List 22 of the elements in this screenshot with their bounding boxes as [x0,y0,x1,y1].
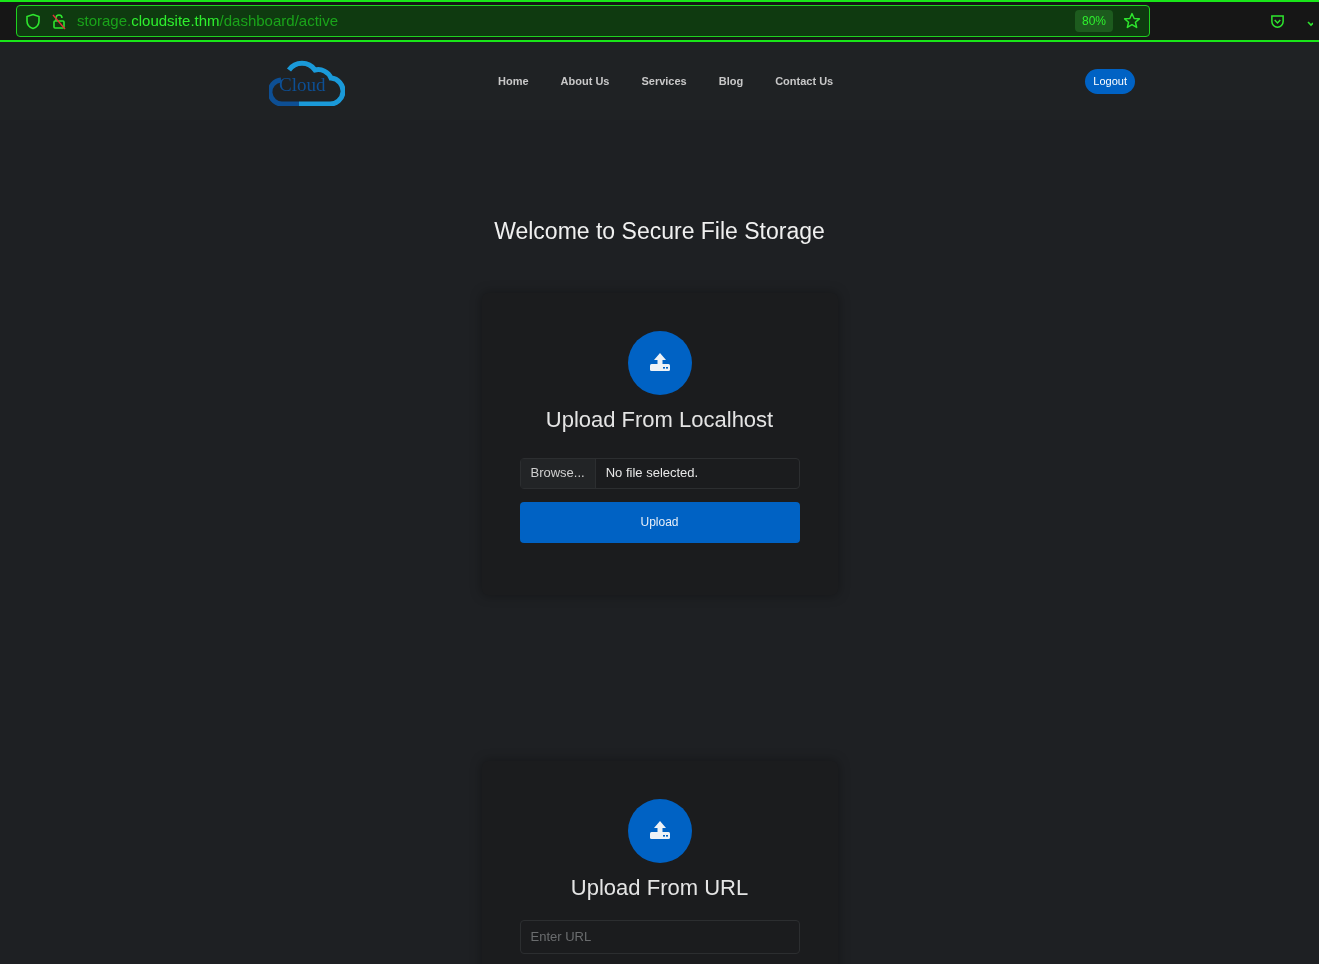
url-input-field[interactable]: Enter URL [519,919,800,954]
upload-icon [648,819,671,842]
address-bar[interactable]: storage.cloudsite.thm/dashboard/active 80% [16,5,1150,37]
shield-icon [25,12,41,30]
page-heading: Welcome to Secure File Storage [494,217,825,246]
zoom-level[interactable]: 80% [1074,10,1113,32]
browse-button[interactable]: Browse... [520,458,596,488]
nav-link[interactable]: Contact Us [775,72,834,90]
file-status: No file selected. [604,464,700,483]
nav-link[interactable]: Home [498,72,529,90]
file-input[interactable]: Browse... No file selected. [519,457,800,489]
nav-link[interactable]: Blog [718,72,744,90]
nav-link[interactable]: About Us [560,72,610,90]
star-icon[interactable] [1123,12,1141,30]
lock-slash-icon [51,12,67,30]
logout-button[interactable]: Logout [1085,68,1135,94]
upload-icon [648,351,671,374]
upload-button[interactable]: Upload [519,501,800,543]
card-title: Upload From URL [570,873,749,902]
card-title: Upload From Localhost [545,405,774,434]
nav-link[interactable]: Services [641,72,687,90]
url-text[interactable]: storage.cloudsite.thm/dashboard/active [77,9,338,33]
